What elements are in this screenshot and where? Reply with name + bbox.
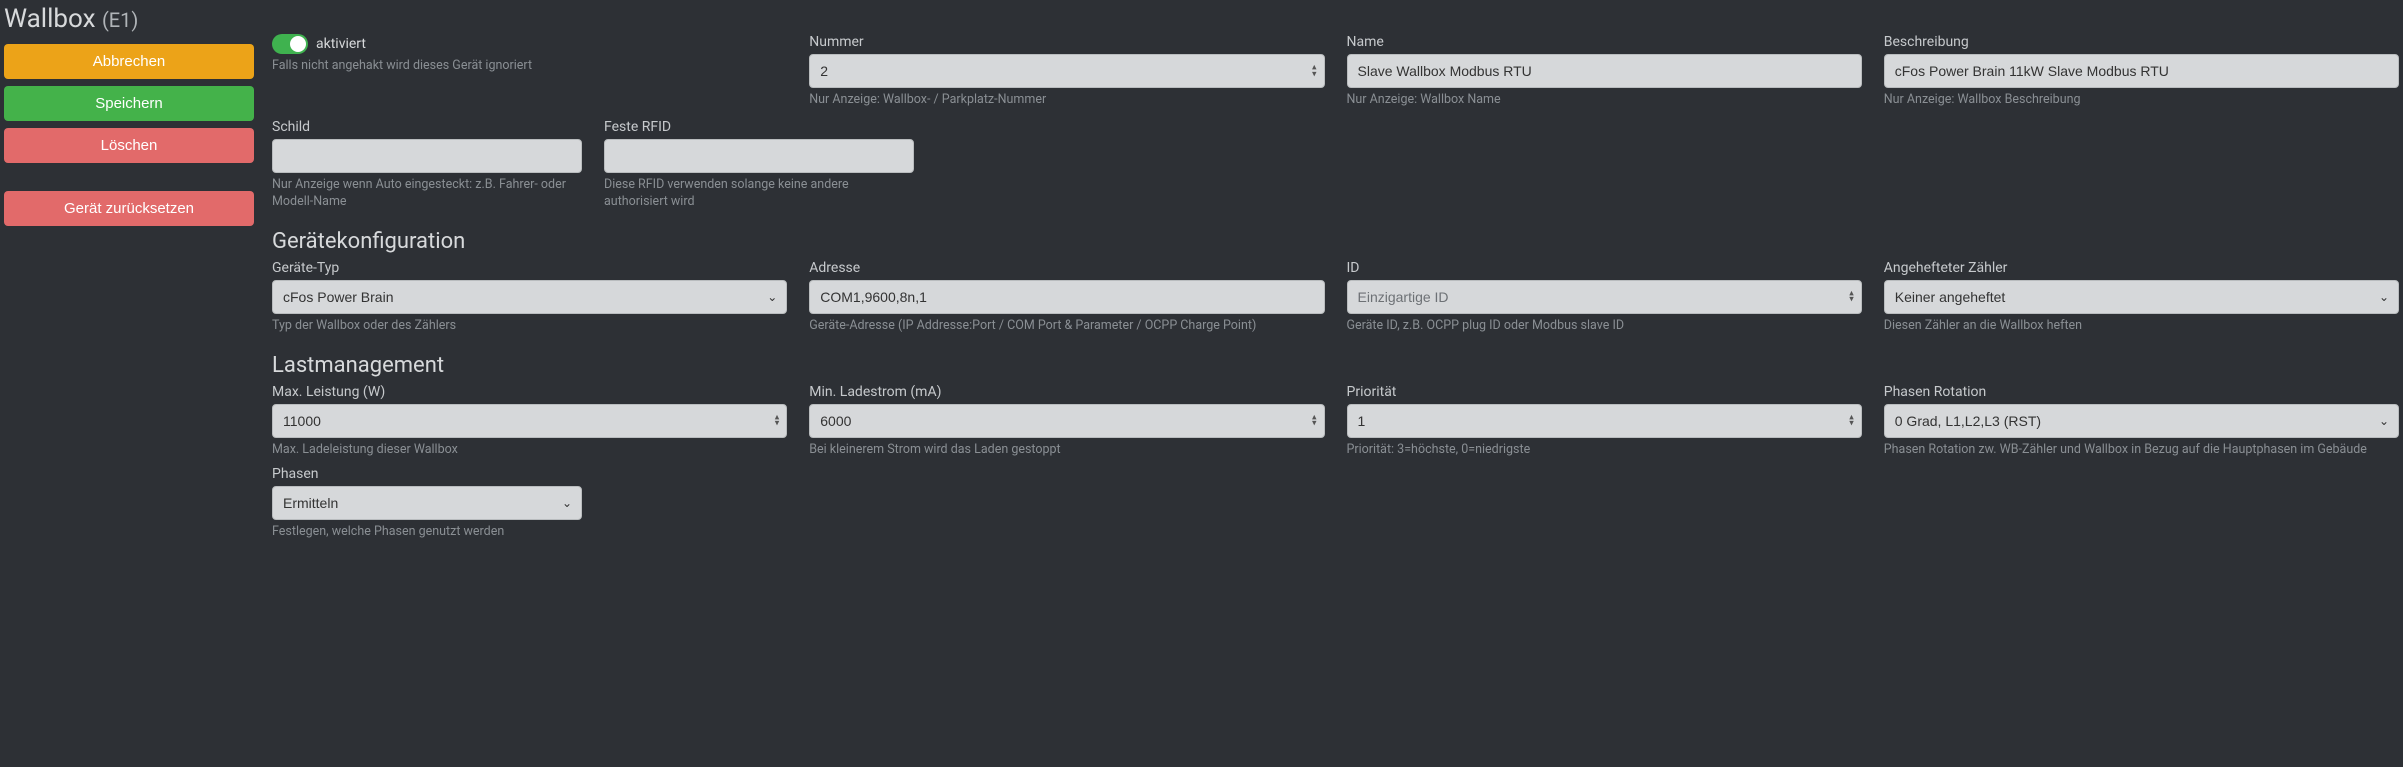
maxpower-label: Max. Leistung (W) (272, 384, 787, 400)
rfid-hint: Diese RFID verwenden solange keine ander… (604, 177, 914, 211)
rfid-label: Feste RFID (604, 119, 914, 135)
number-label: Nummer (809, 34, 1324, 50)
number-hint: Nur Anzeige: Wallbox- / Parkplatz-Nummer (809, 92, 1324, 109)
address-label: Adresse (809, 260, 1324, 276)
page-title: Wallbox (E1) (4, 4, 254, 34)
phases-hint: Festlegen, welche Phasen genutzt werden (272, 524, 582, 541)
rotation-select[interactable]: 0 Grad, L1,L2,L3 (RST) (1884, 404, 2399, 438)
mincurrent-label: Min. Ladestrom (mA) (809, 384, 1324, 400)
sign-hint: Nur Anzeige wenn Auto eingesteckt: z.B. … (272, 177, 582, 211)
title-main: Wallbox (4, 4, 96, 34)
address-hint: Geräte-Adresse (IP Addresse:Port / COM P… (809, 318, 1324, 335)
save-button[interactable]: Speichern (4, 86, 254, 121)
reset-device-button[interactable]: Gerät zurücksetzen (4, 191, 254, 226)
sign-input[interactable] (272, 139, 582, 173)
activated-hint: Falls nicht angehakt wird dieses Gerät i… (272, 58, 787, 75)
mincurrent-input[interactable] (809, 404, 1324, 438)
name-input[interactable] (1347, 54, 1862, 88)
id-label: ID (1347, 260, 1862, 276)
address-input[interactable] (809, 280, 1324, 314)
desc-label: Beschreibung (1884, 34, 2399, 50)
maxpower-hint: Max. Ladeleistung dieser Wallbox (272, 442, 787, 459)
delete-button[interactable]: Löschen (4, 128, 254, 163)
phases-label: Phasen (272, 466, 582, 482)
title-sub: (E1) (102, 8, 138, 32)
meter-label: Angehefteter Zähler (1884, 260, 2399, 276)
devtype-select[interactable]: cFos Power Brain (272, 280, 787, 314)
maxpower-input[interactable] (272, 404, 787, 438)
section-load: Lastmanagement (272, 353, 2399, 378)
mincurrent-hint: Bei kleinerem Strom wird das Laden gesto… (809, 442, 1324, 459)
devtype-label: Geräte-Typ (272, 260, 787, 276)
rotation-label: Phasen Rotation (1884, 384, 2399, 400)
activated-label: aktiviert (316, 36, 366, 52)
section-config: Gerätekonfiguration (272, 229, 2399, 254)
name-hint: Nur Anzeige: Wallbox Name (1347, 92, 1862, 109)
number-input[interactable] (809, 54, 1324, 88)
id-hint: Geräte ID, z.B. OCPP plug ID oder Modbus… (1347, 318, 1862, 335)
desc-hint: Nur Anzeige: Wallbox Beschreibung (1884, 92, 2399, 109)
name-label: Name (1347, 34, 1862, 50)
devtype-hint: Typ der Wallbox oder des Zählers (272, 318, 787, 335)
rfid-input[interactable] (604, 139, 914, 173)
cancel-button[interactable]: Abbrechen (4, 44, 254, 79)
desc-input[interactable] (1884, 54, 2399, 88)
phases-select[interactable]: Ermitteln (272, 486, 582, 520)
rotation-hint: Phasen Rotation zw. WB-Zähler und Wallbo… (1884, 442, 2399, 459)
meter-hint: Diesen Zähler an die Wallbox heften (1884, 318, 2399, 335)
meter-select[interactable]: Keiner angeheftet (1884, 280, 2399, 314)
priority-label: Priorität (1347, 384, 1862, 400)
sign-label: Schild (272, 119, 582, 135)
priority-hint: Priorität: 3=höchste, 0=niedrigste (1347, 442, 1862, 459)
activated-toggle[interactable] (272, 34, 308, 54)
id-input[interactable] (1347, 280, 1862, 314)
priority-input[interactable] (1347, 404, 1862, 438)
